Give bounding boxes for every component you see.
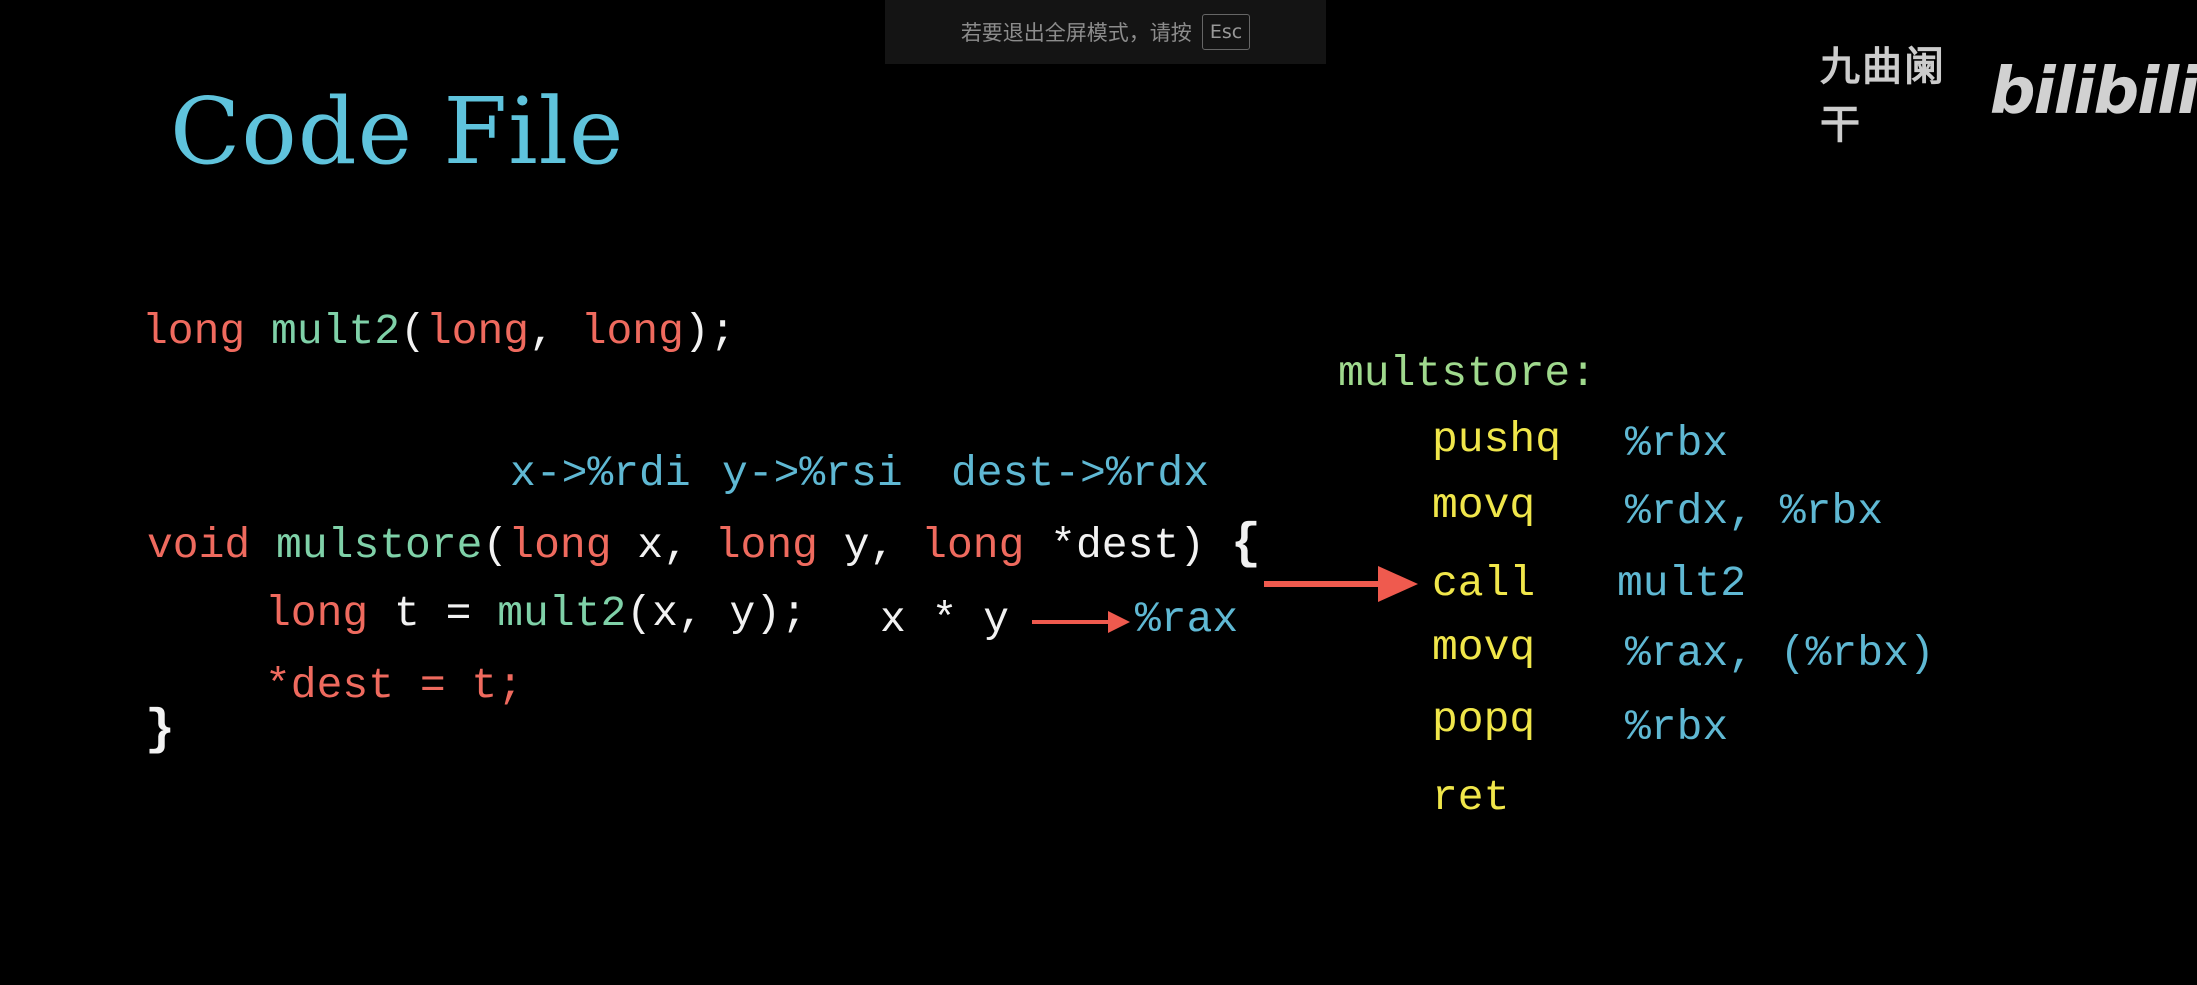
call-pointer-arrow-icon xyxy=(1264,566,1418,602)
decl-open-paren: ( xyxy=(400,307,426,356)
call-func-name: mult2 xyxy=(497,589,627,638)
video-watermark: 九曲阑干 bilibili xyxy=(1820,34,2197,150)
call-args: (x, y); xyxy=(626,589,807,638)
mulstore-signature: void mulstore(long x, long y, long *dest… xyxy=(147,520,1261,570)
asm-op-6: ret xyxy=(1432,773,1510,822)
reg-map-y: y->%rsi xyxy=(722,449,903,498)
asm-args-5: %rbx xyxy=(1625,703,1729,752)
product-note: x * y xyxy=(880,595,1010,644)
local-var-type: long xyxy=(265,589,369,638)
slide-title: Code File xyxy=(170,78,625,185)
body-line-store: *dest = t; xyxy=(265,661,524,710)
reg-map-dest: dest->%rdx xyxy=(951,449,1210,498)
sig-param2-type: long xyxy=(714,521,818,570)
open-brace: { xyxy=(1230,516,1261,573)
asm-op-2: movq xyxy=(1432,481,1536,530)
sig-param1-name: x, xyxy=(611,521,715,570)
fullscreen-exit-toast: 若要退出全屏模式，请按 Esc xyxy=(885,0,1326,64)
result-register: %rax xyxy=(1135,595,1239,644)
mult2-declaration: long mult2(long, long); xyxy=(142,310,736,353)
decl-close: ); xyxy=(683,307,736,356)
sig-param3-name: *dest) xyxy=(1024,521,1231,570)
sig-open-paren: ( xyxy=(482,521,509,570)
bilibili-logo-icon: bilibili xyxy=(1989,55,2197,129)
decl-func-name: mult2 xyxy=(271,307,401,356)
uploader-name: 九曲阑干 xyxy=(1820,44,1946,148)
close-brace: } xyxy=(145,702,176,759)
body-line-call: long t = mult2(x, y); xyxy=(265,592,807,635)
decl-return-type: long xyxy=(142,307,246,356)
sig-param2-name: y, xyxy=(817,521,922,570)
reg-map-x: x->%rdi xyxy=(510,449,691,498)
asm-label: multstore: xyxy=(1338,349,1597,398)
local-var-assign: t = xyxy=(368,589,498,638)
asm-op-3: call xyxy=(1432,559,1536,608)
decl-param1-type: long xyxy=(425,307,530,356)
asm-op-4: movq xyxy=(1432,623,1536,672)
asm-op-1: pushq xyxy=(1432,415,1562,464)
asm-args-2: %rdx, %rbx xyxy=(1625,487,1884,536)
fullscreen-hint-text: 若要退出全屏模式，请按 xyxy=(960,21,1192,45)
sig-param3-type: long xyxy=(921,521,1025,570)
decl-param2-type: long xyxy=(580,307,684,356)
asm-args-3: mult2 xyxy=(1617,559,1747,608)
esc-key-badge[interactable]: Esc xyxy=(1201,14,1251,50)
asm-args-4: %rax, (%rbx) xyxy=(1625,629,1935,678)
asm-op-5: popq xyxy=(1432,695,1536,744)
sig-param1-type: long xyxy=(508,521,612,570)
result-arrow-icon xyxy=(1032,611,1130,633)
sig-func-name: mulstore xyxy=(276,521,483,570)
decl-comma: , xyxy=(529,307,581,356)
asm-args-1: %rbx xyxy=(1625,419,1729,468)
sig-return-type: void xyxy=(147,521,251,570)
